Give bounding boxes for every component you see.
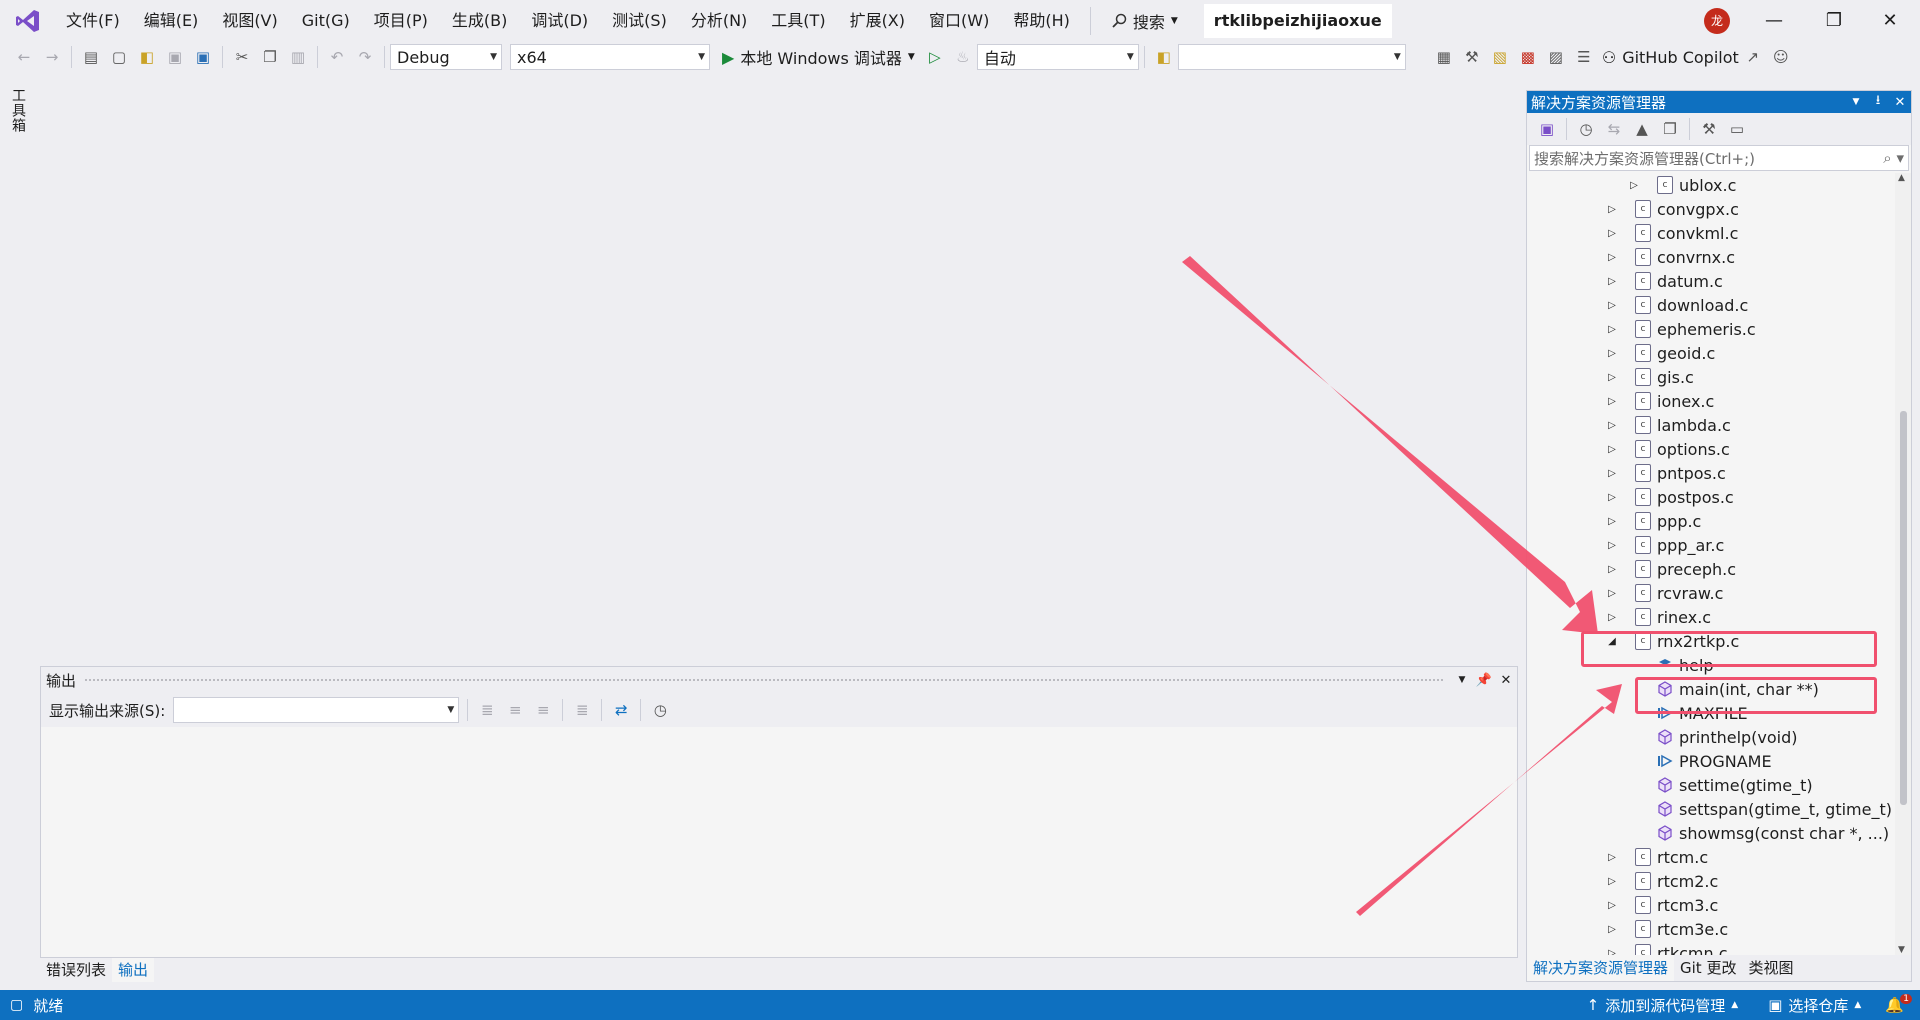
status-bar: ▢ 就绪 ↑ 添加到源代码管理 ▲ ▣ 选择仓库 ▲ 🔔 1 bbox=[0, 990, 1920, 1020]
repository-icon: ▣ bbox=[1768, 996, 1783, 1014]
notifications-button[interactable]: 🔔 1 bbox=[1885, 994, 1912, 1014]
chevron-up-icon: ▲ bbox=[1854, 1000, 1862, 1010]
annotation-box-main bbox=[1635, 677, 1877, 714]
arrow-up-icon: ↑ bbox=[1586, 996, 1600, 1014]
annotation-arrow-icon bbox=[1182, 256, 1598, 634]
annotation-arrow-icon bbox=[1356, 684, 1622, 916]
select-repository-label: 选择仓库 bbox=[1788, 996, 1849, 1015]
annotation-box-rnx2rtkp bbox=[1581, 631, 1877, 667]
ready-icon: ▢ bbox=[10, 997, 24, 1013]
notification-count: 1 bbox=[1900, 994, 1912, 1004]
add-to-source-control-button[interactable]: ↑ 添加到源代码管理 ▲ bbox=[1587, 995, 1739, 1016]
chevron-up-icon: ▲ bbox=[1731, 1000, 1739, 1010]
annotation-overlay bbox=[1182, 256, 1622, 916]
add-to-source-control-label: 添加到源代码管理 bbox=[1605, 996, 1726, 1015]
status-ready: 就绪 bbox=[33, 996, 64, 1015]
select-repository-button[interactable]: ▣ 选择仓库 ▲ bbox=[1768, 995, 1861, 1016]
